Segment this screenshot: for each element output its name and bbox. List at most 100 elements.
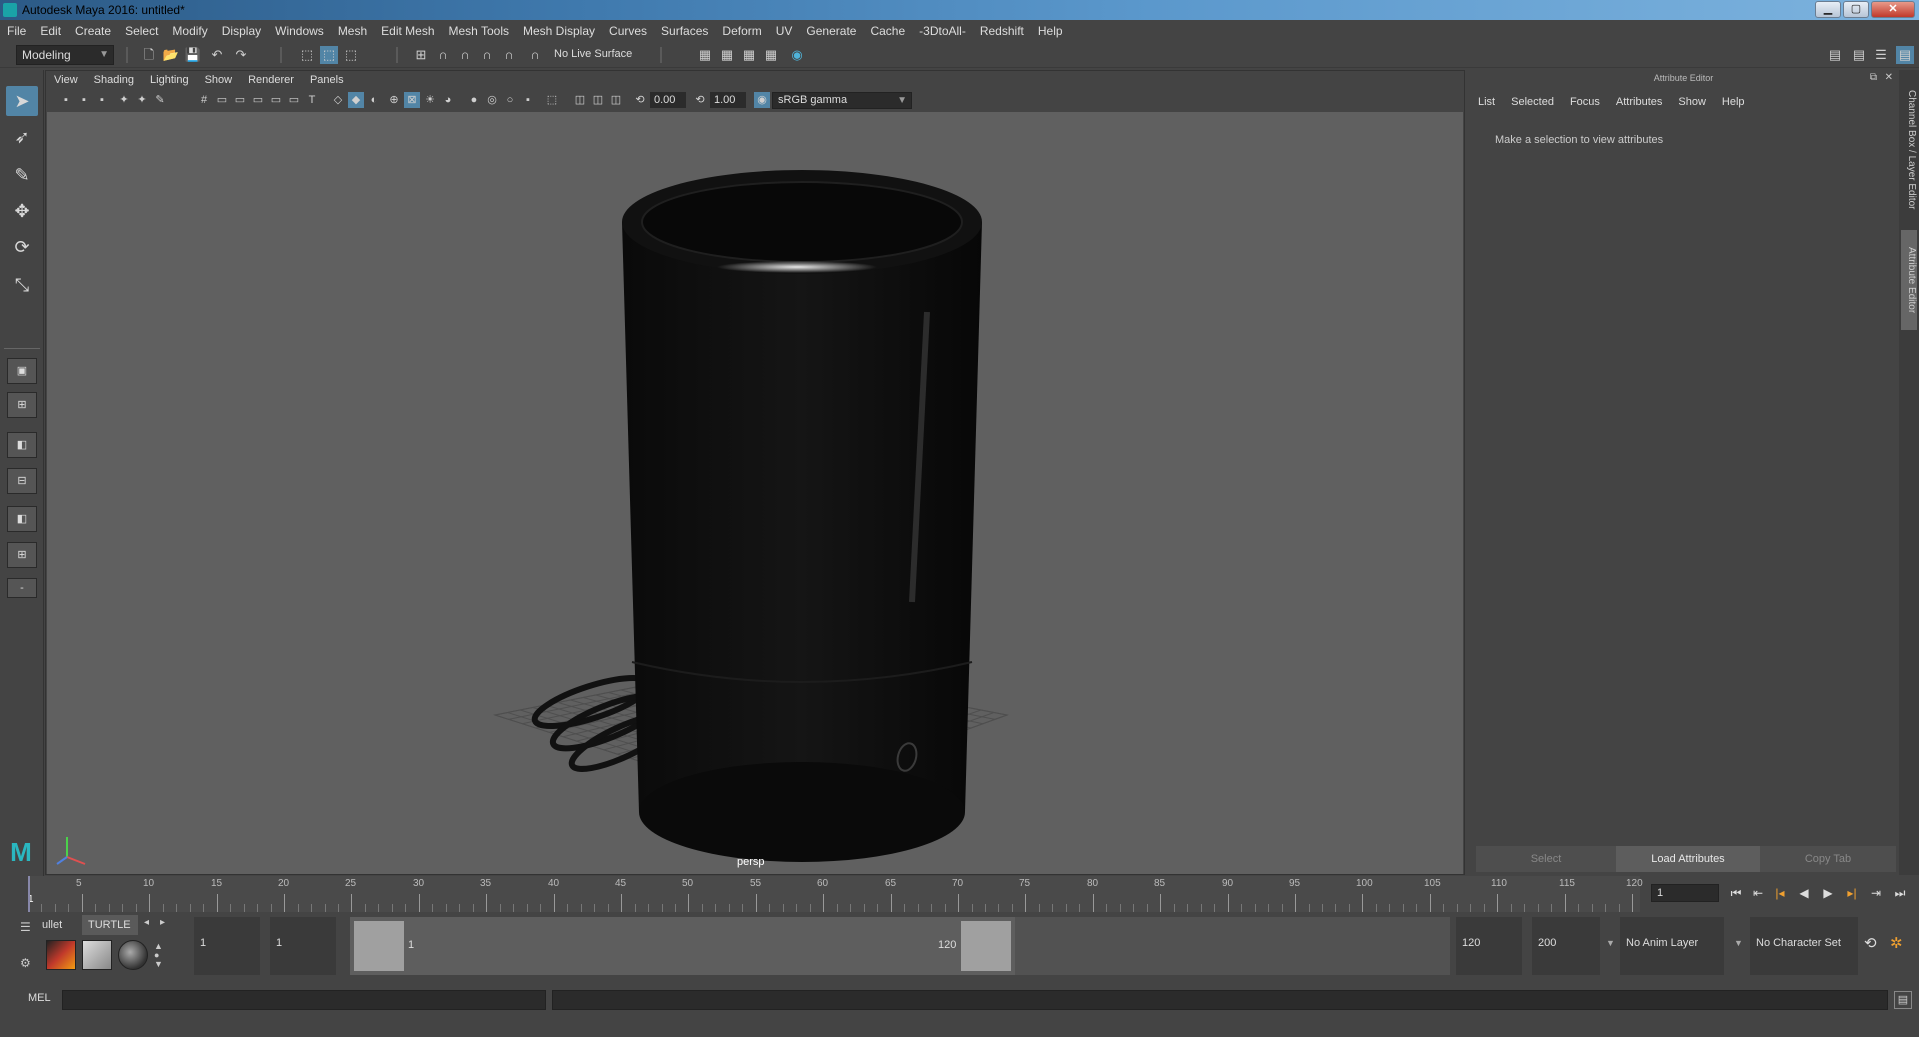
gate-mask-icon[interactable]: ▭	[250, 92, 266, 108]
step-forward-frame-icon[interactable]: ▸|	[1844, 884, 1860, 902]
two-d-pan-zoom-icon[interactable]: ✦	[134, 92, 150, 108]
attribute-editor-tab[interactable]: Attribute Editor	[1901, 230, 1917, 330]
render-view-icon[interactable]: ▦	[762, 46, 780, 64]
script-editor-icon[interactable]: ▤	[1894, 991, 1912, 1009]
command-language-label[interactable]: MEL	[28, 992, 51, 1004]
snap-to-view-plane-icon[interactable]: ∩	[478, 46, 496, 64]
current-frame-field[interactable]: 1	[1651, 884, 1719, 902]
wireframe-icon[interactable]: ◇	[330, 92, 346, 108]
playback-range-bar[interactable]: 1 120	[350, 917, 1450, 975]
snap-to-curve-icon[interactable]: ∩	[434, 46, 452, 64]
xray-icon[interactable]: ◫	[572, 92, 588, 108]
menu-select[interactable]: Select	[118, 20, 165, 42]
turtle-render-icon[interactable]	[46, 940, 76, 970]
ae-menu-show[interactable]: Show	[1670, 92, 1714, 112]
perspective-viewport[interactable]: persp	[47, 112, 1463, 874]
menu-windows[interactable]: Windows	[268, 20, 331, 42]
gamma-field[interactable]: 1.00	[710, 92, 746, 108]
snap-to-surface-icon[interactable]: ∩	[500, 46, 518, 64]
lasso-tool-icon[interactable]: ➶	[6, 122, 38, 152]
select-by-object-icon[interactable]: ⬚	[320, 46, 338, 64]
move-tool-icon[interactable]: ✥	[6, 196, 38, 226]
scale-tool-icon[interactable]: ⤡	[6, 270, 38, 300]
film-gate-icon[interactable]: ▭	[214, 92, 230, 108]
ae-menu-help[interactable]: Help	[1714, 92, 1753, 112]
menu-deform[interactable]: Deform	[715, 20, 768, 42]
float-panel-icon[interactable]: ⧉	[1870, 72, 1877, 83]
animation-start-field[interactable]: 1	[194, 917, 260, 975]
persp-outliner-layout-icon[interactable]: ◧	[7, 432, 37, 458]
ae-menu-list[interactable]: List	[1470, 92, 1503, 112]
safe-title-icon[interactable]: T	[304, 92, 320, 108]
panel-menu-shading[interactable]: Shading	[86, 71, 142, 89]
shelf-tab-turtle[interactable]: TURTLE	[82, 915, 138, 935]
layout-icon[interactable]: ▤	[1850, 46, 1868, 64]
character-set-dropdown[interactable]: No Character Set	[1750, 917, 1858, 975]
menu-generate[interactable]: Generate	[799, 20, 863, 42]
shadows-icon[interactable]: ◕	[440, 92, 456, 108]
hypershade-layout-icon[interactable]: ◧	[7, 506, 37, 532]
select-button[interactable]: Select	[1476, 846, 1616, 872]
menu-redshift[interactable]: Redshift	[973, 20, 1031, 42]
isolate-select-icon[interactable]: ⬚	[544, 92, 560, 108]
shelf-menu-icon[interactable]: ☰	[20, 920, 34, 934]
playback-end-field[interactable]: 120	[1456, 917, 1522, 975]
menu-file[interactable]: File	[0, 20, 33, 42]
safe-action-icon[interactable]: ▭	[286, 92, 302, 108]
resolution-gate-icon[interactable]: ▭	[232, 92, 248, 108]
panel-menu-show[interactable]: Show	[197, 71, 241, 89]
textured-icon[interactable]: ⊠	[404, 92, 420, 108]
grid-icon[interactable]: #	[196, 92, 212, 108]
persp-graph-layout-icon[interactable]: ⊟	[7, 468, 37, 494]
channel-box-tab[interactable]: Channel Box / Layer Editor	[1901, 80, 1917, 220]
step-back-frame-icon[interactable]: |◂	[1772, 884, 1788, 902]
menu-display[interactable]: Display	[215, 20, 268, 42]
load-attributes-button[interactable]: Load Attributes	[1616, 846, 1760, 872]
play-backwards-icon[interactable]: ◀	[1796, 884, 1812, 902]
shelf-scroll-left-icon[interactable]: ◂	[144, 917, 149, 928]
undo-icon[interactable]: ↶	[208, 46, 226, 64]
ipr-render-icon[interactable]: ▦	[740, 46, 758, 64]
outliner-icon[interactable]: ☰	[1872, 46, 1890, 64]
multisample-aa-icon[interactable]: ○	[502, 92, 518, 108]
anim-layer-dropdown[interactable]: No Anim Layer	[1620, 917, 1724, 975]
depth-of-field-icon[interactable]: ▪	[520, 92, 536, 108]
step-back-key-icon[interactable]: ⇤	[1750, 884, 1766, 902]
workspace-dropdown[interactable]: Modeling ▼	[16, 45, 114, 65]
select-by-hierarchy-icon[interactable]: ⬚	[298, 46, 316, 64]
paint-select-tool-icon[interactable]: ✎	[6, 160, 38, 190]
turtle-bake-icon[interactable]	[82, 940, 112, 970]
bookmark-icon[interactable]: ▪	[94, 92, 110, 108]
render-settings-icon[interactable]: ▦	[696, 46, 714, 64]
ae-menu-focus[interactable]: Focus	[1562, 92, 1608, 112]
channel-box-icon[interactable]: ▤	[1896, 46, 1914, 64]
maximize-button[interactable]: ▢	[1843, 1, 1869, 18]
minimize-button[interactable]: ▁	[1815, 1, 1841, 18]
playback-start-field[interactable]: 1	[270, 917, 336, 975]
animation-end-field[interactable]: 200	[1532, 917, 1600, 975]
range-start-knob[interactable]	[354, 921, 404, 971]
menu-uv[interactable]: UV	[769, 20, 800, 42]
snap-to-point-icon[interactable]: ∩	[456, 46, 474, 64]
menu-create[interactable]: Create	[68, 20, 118, 42]
color-management-icon[interactable]: ◉	[754, 92, 770, 108]
hypershade-icon[interactable]: ◉	[788, 46, 806, 64]
gamma-reset-icon[interactable]: ⟲	[692, 92, 708, 108]
snap-to-grid-icon[interactable]: ⊞	[412, 46, 430, 64]
new-scene-icon[interactable]: 🗋	[140, 46, 158, 64]
menu-edit-mesh[interactable]: Edit Mesh	[374, 20, 441, 42]
screen-space-ao-icon[interactable]: ●	[466, 92, 482, 108]
animation-preferences-icon[interactable]: ✲	[1890, 934, 1903, 952]
motion-blur-icon[interactable]: ◎	[484, 92, 500, 108]
play-forwards-icon[interactable]: ▶	[1820, 884, 1836, 902]
redo-icon[interactable]: ↷	[232, 46, 250, 64]
more-layouts-icon[interactable]: -	[7, 578, 37, 598]
close-panel-icon[interactable]: ✕	[1885, 72, 1893, 83]
shelf-tab-bullet[interactable]: ullet	[36, 915, 68, 935]
menu-cache[interactable]: Cache	[863, 20, 912, 42]
single-perspective-layout-icon[interactable]: ▣	[7, 358, 37, 384]
range-end-knob[interactable]	[961, 921, 1011, 971]
shelf-scroll-icon[interactable]: ▲ ● ▼	[154, 942, 163, 969]
shelf-scroll-right-icon[interactable]: ▸	[160, 917, 165, 928]
go-to-start-icon[interactable]: ⏮	[1728, 884, 1744, 902]
